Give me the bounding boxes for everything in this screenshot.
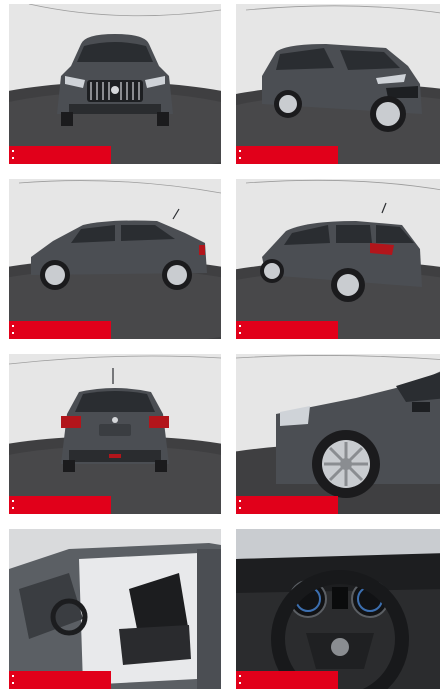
- photo-badge: [9, 146, 111, 164]
- gallery-photo-rear-three-quarter[interactable]: [236, 179, 440, 339]
- car-front-wheel-image: [236, 354, 440, 514]
- photo-badge: [9, 321, 111, 339]
- photo-badge: [236, 671, 338, 689]
- car-front-three-quarter-image: [236, 4, 440, 164]
- photo-gallery: [0, 0, 440, 689]
- gallery-photo-front-wheel-detail[interactable]: [236, 354, 440, 514]
- photo-badge: [9, 496, 111, 514]
- car-interior-seats-image: [9, 529, 221, 689]
- gallery-photo-rear[interactable]: [9, 354, 221, 514]
- gallery-photo-front[interactable]: [9, 4, 221, 164]
- car-side-profile-image: [9, 179, 221, 339]
- car-front-image: [9, 4, 221, 164]
- car-rear-image: [9, 354, 221, 514]
- photo-badge: [236, 146, 338, 164]
- gallery-photo-dashboard-steering-wheel[interactable]: [236, 529, 440, 689]
- car-dashboard-image: [236, 529, 440, 689]
- photo-badge: [9, 671, 111, 689]
- gallery-photo-side-profile[interactable]: [9, 179, 221, 339]
- gallery-photo-front-three-quarter[interactable]: [236, 4, 440, 164]
- photo-badge: [236, 321, 338, 339]
- gallery-photo-interior-front-seats[interactable]: [9, 529, 221, 689]
- photo-badge: [236, 496, 338, 514]
- car-rear-three-quarter-image: [236, 179, 440, 339]
